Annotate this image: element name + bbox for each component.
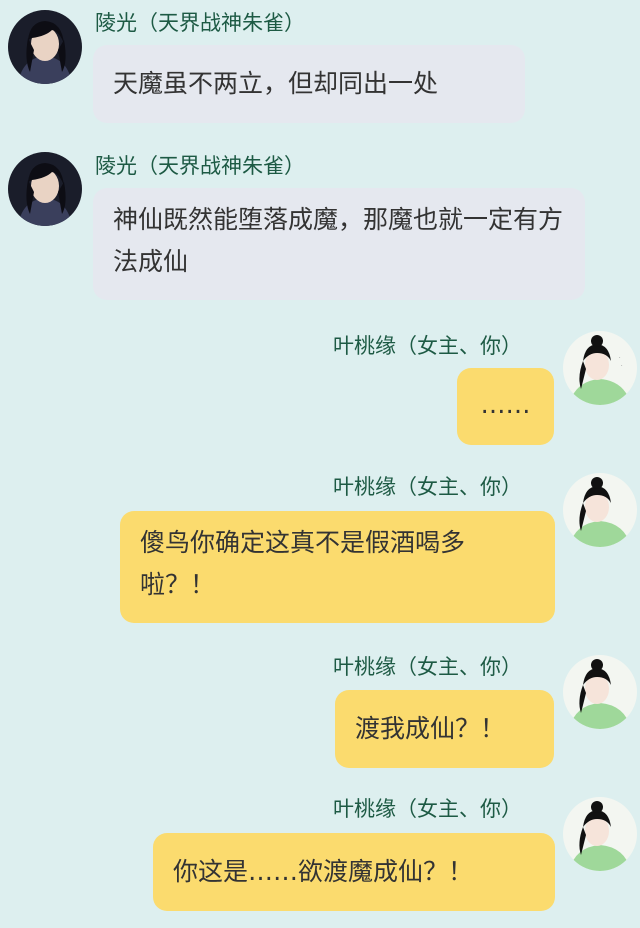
- sender-name: 叶桃缘（女主、你）: [333, 797, 522, 821]
- female-character-avatar[interactable]: [563, 473, 637, 547]
- message-bubble[interactable]: 神仙既然能堕落成魔，那魔也就一定有方法成仙: [93, 188, 585, 300]
- message-bubble[interactable]: 你这是……欲渡魔成仙？！: [153, 833, 555, 911]
- female-character-avatar[interactable]: · ·: [563, 331, 637, 405]
- male-character-avatar[interactable]: [8, 10, 82, 84]
- message-bubble[interactable]: ……: [457, 368, 554, 445]
- sender-name: 叶桃缘（女主、你）: [333, 655, 522, 679]
- message-bubble[interactable]: 天魔虽不两立，但却同出一处: [93, 45, 525, 123]
- sender-name: 叶桃缘（女主、你）: [333, 475, 522, 499]
- message-bubble[interactable]: 渡我成仙？！: [335, 690, 554, 768]
- message-bubble[interactable]: 傻鸟你确定这真不是假酒喝多啦？！: [120, 511, 555, 623]
- male-character-avatar[interactable]: [8, 152, 82, 226]
- sender-name: 陵光（天界战神朱雀）: [95, 154, 305, 178]
- sender-name: 陵光（天界战神朱雀）: [95, 11, 305, 35]
- female-character-avatar[interactable]: [563, 655, 637, 729]
- sender-name: 叶桃缘（女主、你）: [333, 334, 522, 358]
- female-character-avatar[interactable]: [563, 797, 637, 871]
